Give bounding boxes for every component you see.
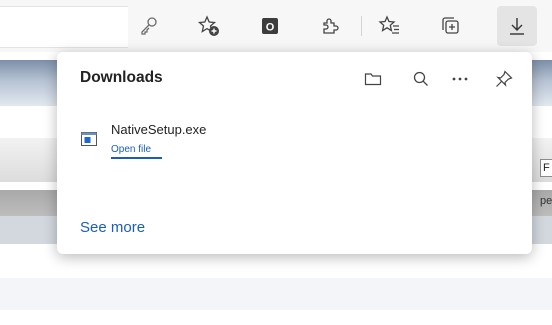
browser-toolbar: O [0,0,552,52]
outlook-icon[interactable]: O [258,14,282,38]
key-icon[interactable] [137,14,161,38]
see-more-link[interactable]: See more [80,219,145,236]
search-downloads-button[interactable] [407,65,435,93]
address-bar[interactable] [0,6,128,48]
page-partial-text: pe [540,195,552,207]
outlook-letter: O [266,22,275,34]
collections-icon[interactable] [438,14,462,38]
more-options-button[interactable] [446,65,474,93]
exe-file-icon [81,132,97,146]
pin-button[interactable] [490,65,518,93]
page-input-field[interactable]: F [540,159,552,177]
favorites-icon[interactable] [378,14,402,38]
page-row-band [0,278,552,310]
downloads-flyout: Downloads NativeSetup.exe Open file See [57,52,532,254]
open-folder-button[interactable] [359,65,387,93]
folder-icon [364,73,382,86]
search-icon [413,71,428,86]
pin-icon [496,70,513,87]
toolbar-separator [361,16,362,36]
download-file-name: NativeSetup.exe [111,122,207,137]
extensions-icon[interactable] [318,14,342,38]
open-file-underline [111,157,162,159]
more-icon [452,77,468,81]
add-favorite-icon[interactable] [197,14,221,38]
open-file-link[interactable]: Open file [111,144,151,155]
downloads-button[interactable] [497,6,537,46]
downloads-icon [505,14,529,38]
downloads-title: Downloads [80,69,163,86]
